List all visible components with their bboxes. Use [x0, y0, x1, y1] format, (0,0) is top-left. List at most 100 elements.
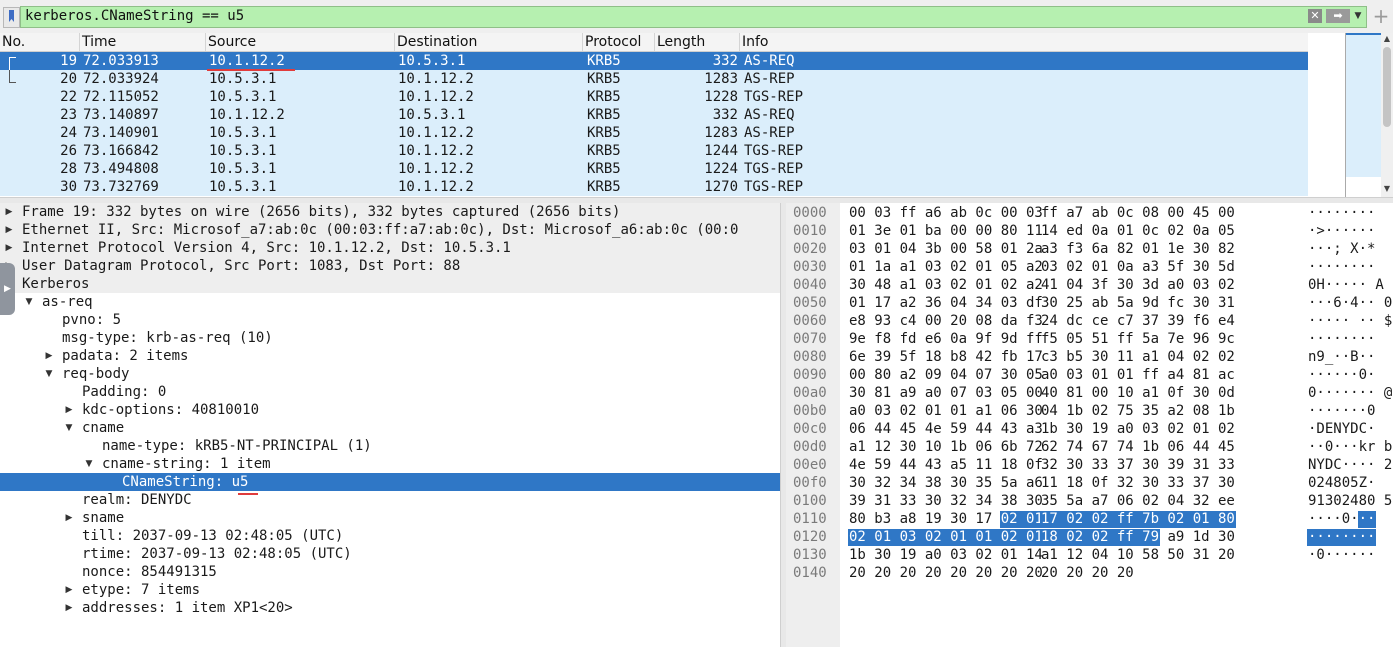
column-header-time[interactable]: Time	[80, 33, 206, 51]
hex-bytes[interactable]: e8 93 c4 00 20 08 da f3	[849, 312, 1043, 330]
tree-item[interactable]: ▶ addresses: 1 item XP1<20>	[0, 599, 780, 617]
hex-bytes[interactable]: ·······0	[1308, 402, 1384, 420]
hex-bytes[interactable]: 11 18 0f 32 30 33 37 30	[1041, 474, 1235, 492]
hex-bytes[interactable]: 30 25 ab 5a 9d fc 30 31	[1041, 294, 1235, 312]
expanded-arrow-icon[interactable]: ▼	[24, 293, 34, 311]
display-filter-input[interactable]: kerberos.CNameString == u5	[20, 6, 1367, 28]
scroll-down-icon[interactable]: ▼	[1381, 183, 1393, 195]
packet-row[interactable]: 20 72.033924 10.5.3.1 10.1.12.2 KRB5 1283 AS-R…	[0, 70, 1308, 88]
packet-row[interactable]: 23 73.140897 10.1.12.2 10.5.3.1 KRB5 332 AS-RE…	[0, 106, 1308, 124]
hex-bytes[interactable]: 91302480 5	[1308, 492, 1392, 510]
tree-item[interactable]: ▼ req-body	[0, 365, 780, 383]
hex-bytes[interactable]: 62 74 67 74 1b 06 44 45	[1041, 438, 1235, 456]
hex-bytes[interactable]: 30 48 a1 03 02 01 02 a2	[849, 276, 1043, 294]
hex-bytes[interactable]: a0 03 02 01 01 a1 06 30	[849, 402, 1043, 420]
packet-row[interactable]: 22 72.115052 10.5.3.1 10.1.12.2 KRB5 1228 TGS-…	[0, 88, 1308, 106]
hex-bytes[interactable]: ···; X·*	[1308, 240, 1384, 258]
collapsed-arrow-icon[interactable]: ▶	[4, 239, 14, 257]
hex-bytes[interactable]: 39 31 33 30 32 34 38 30	[849, 492, 1043, 510]
packet-row[interactable]: 24 73.140901 10.5.3.1 10.1.12.2 KRB5 1283 AS-R…	[0, 124, 1308, 142]
expanded-arrow-icon[interactable]: ▼	[64, 419, 74, 437]
column-header-no[interactable]: No.	[0, 33, 80, 51]
hex-bytes[interactable]: 30 32 34 38 30 35 5a a6	[849, 474, 1043, 492]
hex-bytes[interactable]: 1b 30 19 a0 03 02 01 02	[1041, 420, 1235, 438]
hex-bytes[interactable]: 80 b3 a8 19 30 17	[849, 510, 992, 528]
column-header-length[interactable]: Length	[655, 33, 740, 51]
column-header-info[interactable]: Info	[740, 33, 1345, 51]
tree-item[interactable]: ▼ cname-string: 1 item	[0, 455, 780, 473]
hex-bytes[interactable]: 0······· @	[1308, 384, 1392, 402]
tree-item[interactable]: name-type: kRB5-NT-PRINCIPAL (1)	[0, 437, 780, 455]
packet-list-scrollbar[interactable]: ▲ ▼	[1381, 33, 1393, 197]
hex-bytes[interactable]: NYDC···· 2	[1308, 456, 1392, 474]
hex-bytes-selected[interactable]: 02 01	[1001, 510, 1043, 528]
hex-bytes[interactable]: a1 12 30 10 1b 06 6b 72	[849, 438, 1043, 456]
hex-bytes[interactable]: 24 dc ce c7 37 39 f6 e4	[1041, 312, 1235, 330]
collapsed-arrow-icon[interactable]: ▶	[4, 203, 14, 221]
hex-bytes[interactable]: 6e 39 5f 18 b8 42 fb 17	[849, 348, 1043, 366]
tree-item[interactable]: ▼ cname	[0, 419, 780, 437]
filter-history-dropdown-icon[interactable]: ▼	[1352, 8, 1364, 24]
hex-bytes[interactable]: 04 1b 02 75 35 a2 08 1b	[1041, 402, 1235, 420]
column-header-protocol[interactable]: Protocol	[583, 33, 655, 51]
tree-item[interactable]: ▼Kerberos	[0, 275, 780, 293]
hex-bytes[interactable]: 30 81 a9 a0 07 03 05 00	[849, 384, 1043, 402]
tree-item[interactable]: ▶ kdc-options: 40810010	[0, 401, 780, 419]
scroll-up-icon[interactable]: ▲	[1381, 33, 1393, 45]
column-header-destination[interactable]: Destination	[395, 33, 583, 51]
hex-bytes-selected[interactable]: ··	[1359, 510, 1376, 528]
collapsed-arrow-icon[interactable]: ▶	[64, 599, 74, 617]
tree-item[interactable]: ▶ padata: 2 items	[0, 347, 780, 365]
hex-bytes[interactable]: ······0·	[1308, 366, 1384, 384]
packet-row[interactable]: 30 73.732769 10.5.3.1 10.1.12.2 KRB5 1270 TGS-…	[0, 178, 1308, 196]
collapsed-arrow-icon[interactable]: ▶	[64, 401, 74, 419]
hex-bytes[interactable]: ·DENYDC·	[1308, 420, 1384, 438]
clear-filter-icon[interactable]: ✕	[1308, 9, 1322, 23]
hex-bytes[interactable]: ····0·	[1308, 510, 1359, 528]
tree-item[interactable]: msg-type: krb-as-req (10)	[0, 329, 780, 347]
tree-item[interactable]: realm: DENYDC	[0, 491, 780, 509]
hex-bytes[interactable]: 14 ed 0a 01 0c 02 0a 05	[1041, 222, 1235, 240]
hex-bytes[interactable]: ········	[1308, 204, 1384, 222]
tree-item[interactable]: CNameString: u5	[0, 473, 780, 491]
collapsed-arrow-icon[interactable]: ▶	[44, 347, 54, 365]
packet-row[interactable]: 26 73.166842 10.5.3.1 10.1.12.2 KRB5 1244 TGS-…	[0, 142, 1308, 160]
tree-item[interactable]: nonce: 854491315	[0, 563, 780, 581]
hex-bytes[interactable]: 35 5a a7 06 02 04 32 ee	[1041, 492, 1235, 510]
hex-bytes-selected[interactable]: 18 02 02 ff 79	[1041, 528, 1159, 546]
hex-bytes[interactable]: 0H····· A	[1308, 276, 1384, 294]
hex-bytes[interactable]: a0 03 01 01 ff a4 81 ac	[1041, 366, 1235, 384]
hex-bytes[interactable]: 024805Z·	[1308, 474, 1384, 492]
hex-bytes[interactable]: ········	[1308, 330, 1384, 348]
hex-bytes[interactable]: ···6·4·· 0	[1308, 294, 1392, 312]
hex-bytes[interactable]: 01 17 a2 36 04 34 03 df	[849, 294, 1043, 312]
sidebar-toggle-handle-icon[interactable]: ▶	[0, 263, 15, 315]
hex-bytes[interactable]: 03 02 01 0a a3 5f 30 5d	[1041, 258, 1235, 276]
collapsed-arrow-icon[interactable]: ▶	[64, 581, 74, 599]
tree-item[interactable]: ▶ sname	[0, 509, 780, 527]
hex-bytes[interactable]: ·>······	[1308, 222, 1384, 240]
hex-bytes[interactable]: ····· ·· $	[1308, 312, 1392, 330]
hex-bytes-selected[interactable]: ········	[1308, 528, 1375, 546]
hex-bytes[interactable]: 01 3e 01 ba 00 00 80 11	[849, 222, 1043, 240]
hex-bytes[interactable]: ········	[1308, 258, 1384, 276]
display-filter-text[interactable]: kerberos.CNameString == u5	[25, 8, 244, 24]
hex-bytes-selected[interactable]: 17 02 02 ff 7b 02 01 80	[1041, 510, 1235, 528]
hex-bytes[interactable]: a1 12 04 10 58 50 31 20	[1041, 546, 1235, 564]
packet-row[interactable]: 28 73.494808 10.5.3.1 10.1.12.2 KRB5 1224 TGS-…	[0, 160, 1308, 178]
expanded-arrow-icon[interactable]: ▼	[44, 365, 54, 383]
tree-item[interactable]: Padding: 0	[0, 383, 780, 401]
hex-bytes[interactable]: a9 1d 30	[1167, 528, 1234, 546]
hex-bytes[interactable]: 00 80 a2 09 04 07 30 05	[849, 366, 1043, 384]
hex-bytes[interactable]: 00 03 ff a6 ab 0c 00 03	[849, 204, 1043, 222]
hex-bytes[interactable]: 06 44 45 4e 59 44 43 a3	[849, 420, 1043, 438]
tree-item[interactable]: ▶ etype: 7 items	[0, 581, 780, 599]
collapsed-arrow-icon[interactable]: ▶	[4, 221, 14, 239]
packet-row[interactable]: 19 72.033913 10.1.12.2 10.5.3.1 KRB5 332 AS-RE…	[0, 52, 1308, 70]
hex-bytes[interactable]: 40 81 00 10 a1 0f 30 0d	[1041, 384, 1235, 402]
tree-item[interactable]: ▶ Ethernet II, Src: Microsof_a7:ab:0c (00…	[0, 221, 780, 239]
packet-minimap[interactable]	[1345, 33, 1382, 197]
hex-bytes[interactable]: 4e 59 44 43 a5 11 18 0f	[849, 456, 1043, 474]
hex-bytes[interactable]: f5 05 51 ff 5a 7e 96 9c	[1041, 330, 1235, 348]
apply-filter-icon[interactable]: ➡	[1326, 9, 1350, 23]
